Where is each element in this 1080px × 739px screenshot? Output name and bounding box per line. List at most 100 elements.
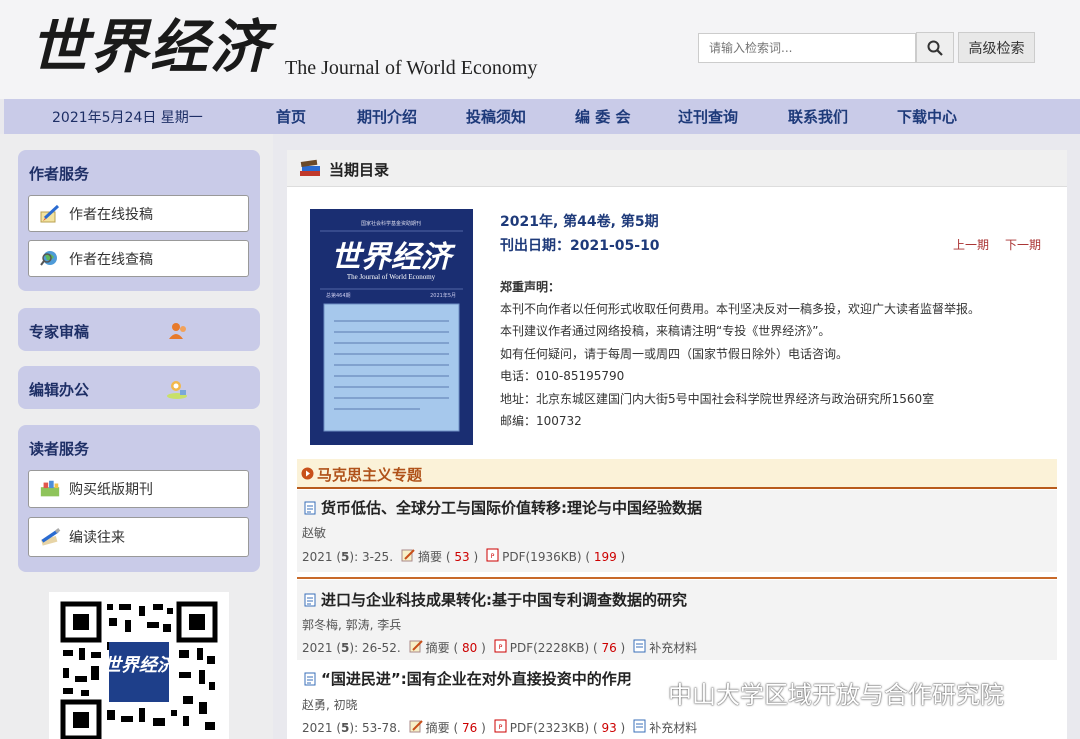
pdf-download-count: 93 [601,720,617,735]
notice-title: 郑重声明： [500,280,561,294]
reader-service-panel: 读者服务 购买纸版期刊 编读往来 [18,425,260,572]
article-title-text: 货币低估、全球分工与国际价值转移:理论与中国经验数据 [321,499,703,517]
main-content: 当期目录 国家社会科学基金资助期刊 世界经济 The Journal of Wo… [287,150,1067,739]
circle-arrow-icon [301,467,314,480]
pdf-download-count: 199 [593,549,617,564]
pdf-icon: P [494,719,507,736]
article-authors: 郭冬梅, 郭涛, 李兵 [302,618,402,632]
pencil-paper-icon [39,204,61,224]
pdf-icon: P [486,548,499,565]
books-icon [300,159,320,176]
editor-reader-button[interactable]: 编读往来 [28,517,249,557]
site-header: 世界经济 The Journal of World Economy 高级检索 [0,0,1080,99]
logo-english: The Journal of World Economy [285,57,538,79]
search-button[interactable] [916,32,954,63]
nav-download-center[interactable]: 下载中心 [897,106,957,127]
document-icon [304,593,316,606]
main-nav: 2021年5月24日 星期一 首页 期刊介绍 投稿须知 编 委 会 过刊查询 联… [4,99,1080,134]
editor-reader-label: 编读往来 [69,530,125,546]
article-year: 2021 [302,720,333,735]
document-icon [304,501,316,514]
article-year: 2021 [302,549,333,564]
notice-line: 本刊不向作者以任何形式收取任何费用。本刊坚决反对一稿多投，欢迎广大读者监督举报。 [500,302,981,316]
pdf-link[interactable]: PDF(2228KB) [510,641,589,655]
article-authors: 赵敏 [302,526,327,540]
editor-desk-icon [167,381,187,399]
watermark-text: 中山大学区域开放与合作研究院 [668,680,1004,709]
reader-service-title: 读者服务 [29,440,90,458]
notice-line: 如有任何疑问，请于每周一或周四（国家节假日除外）电话咨询。 [500,347,849,361]
next-issue-link[interactable]: 下一期 [1005,236,1041,253]
online-submission-label: 作者在线投稿 [69,206,153,223]
expert-review-panel[interactable]: 专家审稿 [18,308,260,351]
supplement-link[interactable]: 补充材料 [649,719,697,736]
cover-title-cn: 世界经济 [331,240,456,275]
buy-print-label: 购买纸版期刊 [69,482,153,498]
globe-search-icon [39,249,61,269]
cover-right-meta: 2021年5月 [430,292,456,299]
supplement-link[interactable]: 补充材料 [649,639,697,656]
wechat-watermark: 中山大学区域开放与合作研究院 [620,676,1004,709]
pen-book-icon [39,527,61,547]
abstract-link[interactable]: 摘要 [426,639,450,656]
online-query-label: 作者在线查稿 [69,251,153,268]
journal-cover[interactable]: 国家社会科学基金资助期刊 世界经济 The Journal of World E… [310,209,473,445]
pdf-link[interactable]: PDF(2323KB) [510,721,589,735]
nav-submission-guide[interactable]: 投稿须知 [466,106,526,127]
pdf-link[interactable]: PDF(1936KB) [502,550,581,564]
article-title[interactable]: “国进民进”:国有企业在对外直接投资中的作用 [304,668,632,689]
logo-chinese[interactable]: 世界经济 [30,12,270,82]
author-service-panel: 作者服务 作者在线投稿 作者在线查稿 [18,150,260,291]
cover-left-meta: 总第464期 [326,292,351,299]
author-service-title: 作者服务 [29,165,90,183]
current-issue-heading: 当期目录 [329,161,390,179]
article-issue: 5 [341,720,350,735]
editor-office-panel[interactable]: 编辑办公 [18,366,260,409]
nav-home[interactable]: 首页 [276,106,306,127]
advanced-search-button[interactable]: 高级检索 [958,32,1035,63]
wechat-qr-code: 世界经济 [49,592,229,739]
abstract-count: 80 [461,640,478,655]
abstract-count: 53 [454,549,470,564]
svg-text:P: P [498,644,502,651]
previous-issue-link[interactable]: 上一期 [953,236,989,253]
section-title: 马克思主义专题 [317,466,423,484]
nav-contact-us[interactable]: 联系我们 [788,106,848,127]
nav-back-issues[interactable]: 过刊查询 [678,106,738,127]
nav-journal-intro[interactable]: 期刊介绍 [357,106,417,127]
section-header: 马克思主义专题 [297,459,1057,489]
abstract-link[interactable]: 摘要 [426,719,450,736]
shopping-icon [39,479,61,499]
wechat-icon [621,680,658,703]
article-separator [297,577,1057,579]
abstract-count: 76 [461,720,478,735]
search-input[interactable] [698,33,916,63]
article-title[interactable]: 货币低估、全球分工与国际价值转移:理论与中国经验数据 [304,497,702,518]
article-issue: 5 [341,549,350,564]
person-icon [169,323,186,339]
article-meta: 2021 (5): 26-52. 摘要 ( 80 ) P PDF(2228KB)… [302,639,698,656]
search-icon [927,40,943,56]
address: 地址：北京东城区建国门内大街5号中国社会科学院世界经济与政治研究所1560室 [500,392,935,406]
article-pages: 3-25. [361,549,394,564]
online-query-button[interactable]: 作者在线查稿 [28,240,249,277]
abstract-icon [409,639,423,656]
postal-code: 邮编：100732 [500,414,582,428]
article-pages: 26-52. [361,640,401,655]
phone-number: 电话：010-85195790 [500,369,625,383]
article-title-text: 进口与企业科技成果转化:基于中国专利调查数据的研究 [321,591,688,609]
article-year: 2021 [302,640,333,655]
article-meta: 2021 (5): 3-25. 摘要 ( 53 ) P PDF(1936KB) … [302,548,626,565]
article-meta: 2021 (5): 53-78. 摘要 ( 76 ) P PDF(2323KB)… [302,719,698,736]
pdf-download-count: 76 [601,640,617,655]
cover-title-en: The Journal of World Economy [347,273,436,281]
article-title-text: “国进民进”:国有企业在对外直接投资中的作用 [321,670,632,688]
article-issue: 5 [341,640,350,655]
publication-date: 刊出日期：2021-05-10 [500,238,660,254]
buy-print-button[interactable]: 购买纸版期刊 [28,470,249,508]
abstract-link[interactable]: 摘要 [418,548,442,565]
nav-editorial-board[interactable]: 编 委 会 [575,106,630,127]
online-submission-button[interactable]: 作者在线投稿 [28,195,249,232]
article-title[interactable]: 进口与企业科技成果转化:基于中国专利调查数据的研究 [304,589,687,610]
editor-office-title: 编辑办公 [29,381,90,399]
